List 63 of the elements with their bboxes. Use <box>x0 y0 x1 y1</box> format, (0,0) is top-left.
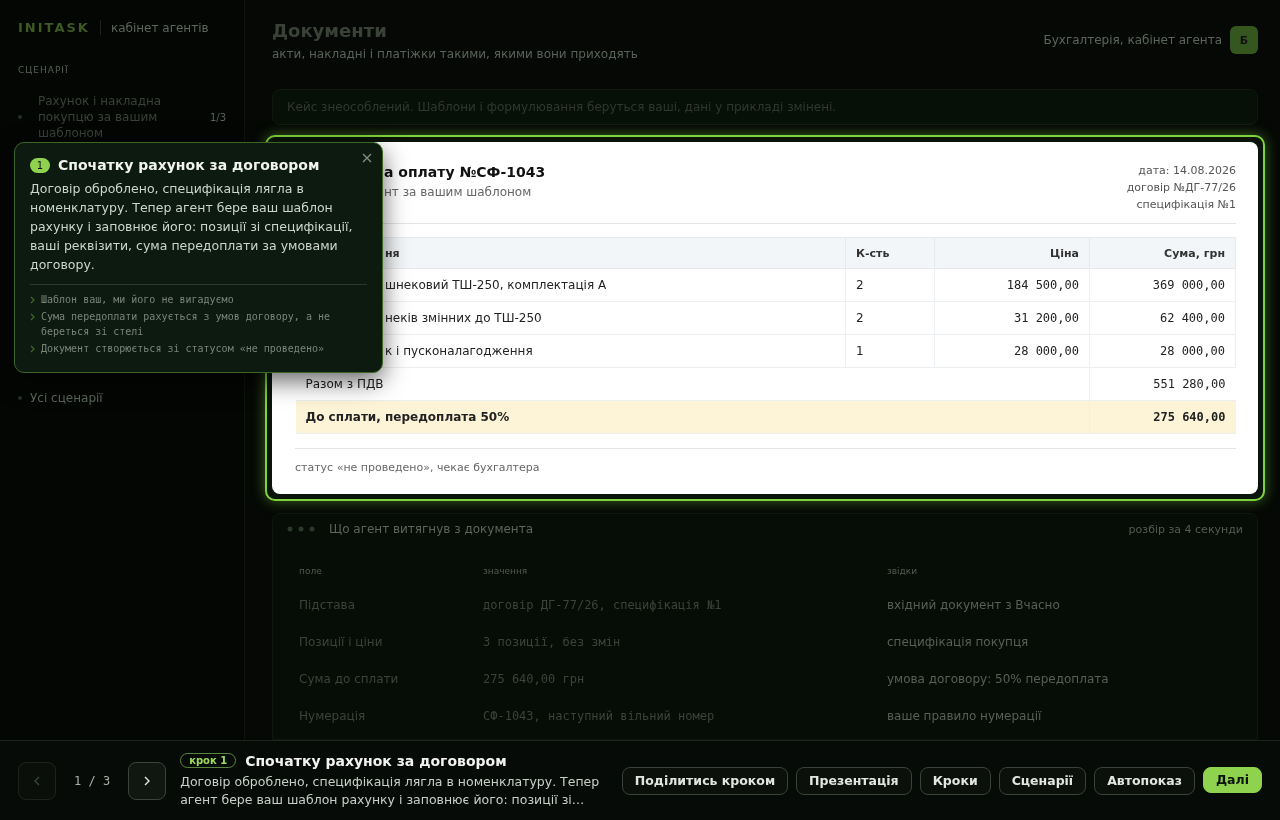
page-subtitle: акти, накладні і платіжки такими, якими вони приходять <box>272 47 638 61</box>
page-title: Документи <box>272 20 388 41</box>
invoice-title: а оплату №СФ-1043 <box>384 164 546 180</box>
table-cell: 369 000,00 <box>1089 268 1236 302</box>
table-cell: 31 200,00 <box>934 301 1090 335</box>
table-cell: 2 <box>845 301 935 335</box>
tour-button[interactable]: Кроки <box>919 766 991 795</box>
chevron-icon <box>30 296 35 304</box>
table-cell-text: договір ДГ-77/26, специфікація №1 <box>482 596 723 614</box>
invoice-status: статус «не проведено», чекає бухгалтера <box>295 448 1236 474</box>
total-label: До сплати, передоплата 50% <box>295 400 1090 434</box>
chevron-right-icon <box>144 775 151 786</box>
table-cell-text: 3 позиції, без змін <box>482 633 622 651</box>
table-cell-text: 275 640,00 грн <box>482 670 586 688</box>
popover-point: Шаблон ваш, ми його не вигадуємо <box>41 293 234 307</box>
step-description: Договір оброблено, специфікація лягла в номенклатуру. Тепер агент бере ваш шаблон рахунку і заповнює його: позиції зі… <box>180 772 601 809</box>
window-dots-icon <box>287 526 315 532</box>
section-title: СЦЕНАРІЇ <box>18 65 70 75</box>
table-cell-text: умова договору: 50% передоплата <box>886 670 1110 688</box>
table-cell-text: Нумерація <box>298 707 367 725</box>
column-header: К-сть <box>845 237 935 269</box>
step-title: Спочатку рахунок за договором <box>245 752 507 769</box>
table-cell: 62 400,00 <box>1089 301 1236 335</box>
column-header: значення <box>482 565 529 578</box>
tour-button[interactable]: Сценарії <box>998 766 1087 795</box>
chevron-left-icon <box>34 775 40 786</box>
tour-button[interactable]: Автопоказ <box>1094 766 1195 795</box>
invoice-subtitle: нт за вашим шаблоном <box>384 185 533 199</box>
step-number: 1 <box>30 157 50 173</box>
close-icon[interactable] <box>362 153 372 163</box>
table-cell: 1 <box>845 334 935 368</box>
panel-note: розбір за 4 секунди <box>1128 522 1243 536</box>
table-cell: 184 500,00 <box>934 268 1090 302</box>
total-value: 275 640,00 <box>1089 400 1236 434</box>
total-value: 551 280,00 <box>1089 367 1236 401</box>
table-cell-text: Підстава <box>298 596 357 614</box>
tour-button[interactable]: Далі <box>1203 766 1262 793</box>
table-cell-text: ваше правило нумерації <box>886 707 1043 725</box>
panel-title: Що агент витягнув з документа <box>329 522 533 536</box>
table-cell-text: СФ-1043, наступний вільний номер <box>482 707 716 725</box>
table-cell-text: вхідний документ з Вчасно <box>886 596 1061 614</box>
next-button[interactable] <box>128 761 167 800</box>
step-counter: 1 / 3 <box>74 773 111 788</box>
invoice-meta: специфікація №1 <box>1135 197 1236 213</box>
table-cell-text: Сума до сплати <box>298 670 400 688</box>
invoice-meta: дата: 14.08.2026 <box>1137 163 1236 179</box>
chevron-icon <box>30 313 35 321</box>
chevron-icon <box>30 345 35 353</box>
tour-button[interactable]: Презентація <box>796 766 912 795</box>
user-name: Бухгалтерія, кабінет агента <box>1043 33 1222 47</box>
column-header: поле <box>298 565 323 578</box>
column-header: звідки <box>886 565 919 578</box>
brand-logo: INITASK <box>18 20 101 35</box>
brand-caption: кабінет агентів <box>110 20 209 35</box>
table-cell: 2 <box>845 268 935 302</box>
popover-title: Спочатку рахунок за договором <box>58 157 320 173</box>
invoice-meta: договір №ДГ-77/26 <box>1126 180 1236 196</box>
table-cell: 28 000,00 <box>934 334 1090 368</box>
table-cell: 28 000,00 <box>1089 334 1236 368</box>
column-header: Ціна <box>934 237 1090 269</box>
tour-button[interactable]: Поділитись кроком <box>621 766 789 795</box>
table-cell-text: специфікація покупця <box>886 633 1030 651</box>
column-header: Сума, грн <box>1089 237 1236 269</box>
